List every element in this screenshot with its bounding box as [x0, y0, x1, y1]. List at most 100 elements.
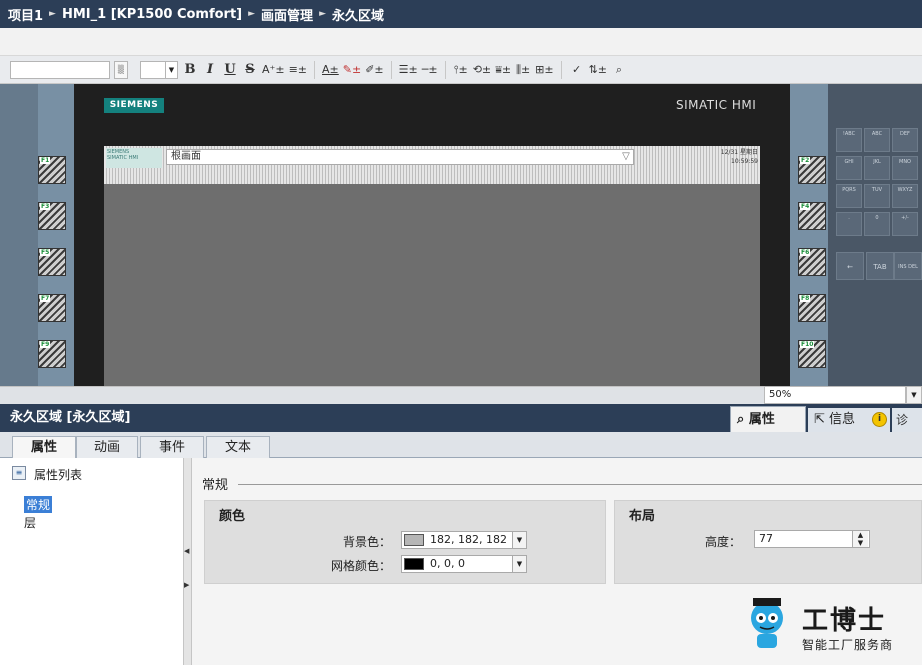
keypad-key[interactable]: DEF: [892, 128, 918, 152]
chevron-down-icon[interactable]: ▼: [512, 556, 526, 572]
chevron-down-icon[interactable]: ▽: [618, 149, 634, 165]
tab-properties[interactable]: ⌕ 属性: [730, 406, 806, 432]
strikethrough-button[interactable]: S: [242, 60, 258, 80]
format-painter-icon[interactable]: ✓: [569, 60, 585, 80]
function-key-f3[interactable]: F3: [38, 202, 66, 230]
toolbar-divider: [314, 60, 315, 79]
bold-button[interactable]: B: [182, 60, 198, 80]
columns-icon[interactable]: ⫼±: [515, 60, 531, 80]
keypad-key[interactable]: GHI: [836, 156, 862, 180]
keypad-key[interactable]: 0: [864, 212, 890, 236]
breadcrumb-folder[interactable]: 画面管理: [261, 5, 313, 24]
font-family-dropdown-icon[interactable]: ▒: [114, 60, 128, 79]
breadcrumb-project[interactable]: 项目1: [8, 5, 43, 24]
keypad-key[interactable]: WXYZ: [892, 184, 918, 208]
function-key-f8[interactable]: F8: [798, 294, 826, 322]
chevron-down-icon[interactable]: ▼: [165, 61, 177, 78]
keypad-key[interactable]: MNO: [892, 156, 918, 180]
distribute-icon[interactable]: ⩸±: [495, 60, 511, 80]
subtab-properties[interactable]: 属性: [12, 436, 76, 459]
breadcrumb: 项目1 ► HMI_1 [KP1500 Comfort] ► 画面管理 ► 永久…: [0, 0, 922, 28]
height-spinner-icon[interactable]: ▲ ▼: [852, 531, 868, 547]
function-key-label: F3: [40, 203, 51, 210]
chevron-down-icon[interactable]: ▼: [512, 532, 526, 548]
subtab-animations[interactable]: 动画: [76, 436, 138, 458]
root-screen-field[interactable]: 根画面: [166, 149, 634, 165]
siemens-logo: SIEMENS: [104, 98, 164, 113]
grid-icon[interactable]: ⊞±: [535, 60, 553, 80]
date-time-field[interactable]: 12/31 星期日 10:59:59: [700, 148, 758, 168]
property-list-button[interactable]: 属性列表: [34, 466, 82, 483]
breadcrumb-item[interactable]: 永久区域: [332, 5, 384, 24]
grid-color-label: 网格颜色：: [330, 559, 391, 573]
keypad-key[interactable]: TUV: [864, 184, 890, 208]
text-color-button[interactable]: A±: [322, 60, 339, 80]
tab-diagnostics[interactable]: 诊: [892, 408, 922, 432]
breadcrumb-device[interactable]: HMI_1 [KP1500 Comfort]: [62, 7, 242, 22]
toolbar-divider: [444, 60, 446, 79]
panel-splitter[interactable]: [184, 458, 192, 665]
zoom-area-icon[interactable]: ⌕: [611, 60, 627, 80]
screen-header-logo[interactable]: SIEMENS SIMATIC HMI: [106, 148, 162, 168]
inspector-subtabs: [0, 432, 922, 458]
info-icon[interactable]: i: [872, 412, 887, 427]
expand-right-icon[interactable]: ▶: [184, 580, 190, 590]
nav-item-layer[interactable]: 层: [24, 514, 36, 531]
line-color-button[interactable]: ✐±: [365, 60, 383, 80]
format-toolbar: ▒ ▼ B I U S A⁺± ≡± A± ✎± ✐± ☰± ─± ⫯± ⟲± …: [0, 56, 922, 84]
function-key-label: F6: [800, 249, 811, 256]
keypad-key[interactable]: +/-: [892, 212, 918, 236]
function-key-label: F7: [40, 295, 51, 302]
align-objects-icon[interactable]: ⫯±: [453, 60, 469, 80]
rotate-icon[interactable]: ⟲±: [473, 60, 491, 80]
function-key-f2[interactable]: F2: [798, 156, 826, 184]
keypad-key[interactable]: .: [836, 212, 862, 236]
keypad-key[interactable]: ABC: [864, 128, 890, 152]
backspace-key[interactable]: ←: [836, 252, 864, 280]
function-key-f5[interactable]: F5: [38, 248, 66, 276]
background-color-select[interactable]: 182, 182, 182 ▼: [401, 531, 527, 549]
subtab-events[interactable]: 事件: [140, 436, 204, 458]
property-list-icon[interactable]: ≡: [12, 466, 26, 480]
font-size-input[interactable]: ▼: [140, 60, 178, 79]
grid-color-select[interactable]: 0, 0, 0 ▼: [401, 555, 527, 573]
robot-mascot-logo: [751, 598, 783, 648]
subtab-texts[interactable]: 文本: [206, 436, 270, 458]
toolbar-divider: [390, 60, 392, 79]
line-weight-button[interactable]: ☰±: [399, 60, 418, 80]
tab-key[interactable]: TAB: [866, 252, 894, 280]
breadcrumb-separator-icon: ►: [49, 9, 56, 19]
font-family-input[interactable]: [10, 60, 110, 79]
align-button[interactable]: ≡±: [289, 60, 307, 80]
function-key-f10[interactable]: F10: [798, 340, 826, 368]
background-color-swatch: [404, 534, 424, 546]
zoom-level-field[interactable]: 50%: [764, 386, 906, 404]
layer-icon[interactable]: ⇅±: [589, 60, 607, 80]
function-key-label: F4: [800, 203, 811, 210]
function-key-f4[interactable]: F4: [798, 202, 826, 230]
fill-color-button[interactable]: ✎±: [343, 60, 361, 80]
nav-item-general[interactable]: 常规: [24, 496, 53, 513]
function-key-f7[interactable]: F7: [38, 294, 66, 322]
property-navigation: [0, 458, 184, 665]
function-key-f6[interactable]: F6: [798, 248, 826, 276]
breadcrumb-separator-icon: ►: [319, 9, 326, 19]
keypad-key[interactable]: !ABC: [836, 128, 862, 152]
chevron-down-icon[interactable]: ▼: [906, 386, 922, 404]
font-size-increase-button[interactable]: A⁺±: [262, 60, 285, 80]
section-title: 常规: [202, 478, 229, 493]
italic-button[interactable]: I: [202, 60, 218, 80]
underline-button[interactable]: U: [222, 60, 238, 80]
function-key-f9[interactable]: F9: [38, 340, 66, 368]
watermark-title: 工博士: [802, 606, 887, 636]
screen-editor-canvas[interactable]: F1 F3 F5 F7 F9 F2 F4 F6 F8 F10 SIEMENS S…: [0, 84, 922, 386]
keypad-key[interactable]: PQRS: [836, 184, 862, 208]
ins-del-key[interactable]: INS DEL: [894, 252, 922, 280]
function-key-label: F8: [800, 295, 811, 302]
system-keypad: !ABC ABC DEF GHI JKL MNO PQRS TUV WXYZ .…: [828, 84, 922, 386]
function-key-f1[interactable]: F1: [38, 156, 66, 184]
line-style-button[interactable]: ─±: [422, 60, 438, 80]
background-color-value: 182, 182, 182: [430, 533, 507, 546]
keypad-key[interactable]: JKL: [864, 156, 890, 180]
collapse-left-icon[interactable]: ◀: [184, 546, 190, 556]
